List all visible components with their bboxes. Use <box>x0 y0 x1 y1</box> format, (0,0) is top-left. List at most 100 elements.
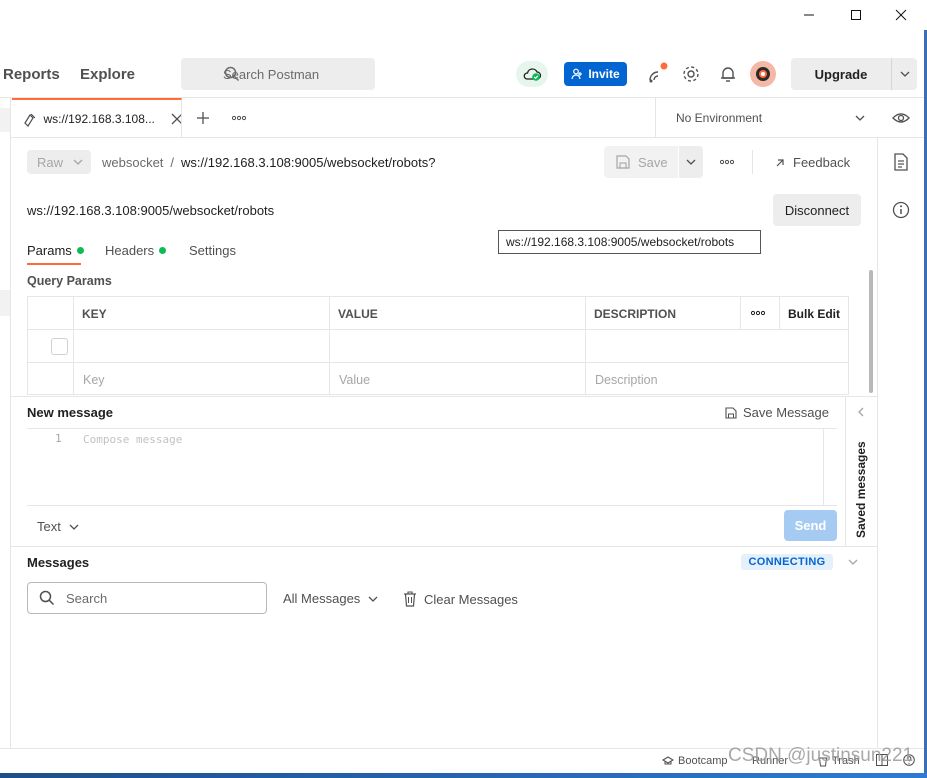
query-params-table: KEY VALUE DESCRIPTION Bulk Edit Key Valu… <box>27 296 849 395</box>
new-tab-button[interactable] <box>195 110 211 126</box>
query-params-title: Query Params <box>27 274 112 288</box>
environment-quick-look-button[interactable] <box>891 110 911 126</box>
sidebar-divider <box>10 98 11 748</box>
collapse-messages-button[interactable] <box>848 559 858 565</box>
bootcamp-button[interactable]: Bootcamp <box>662 755 728 767</box>
cloud-sync-icon <box>523 68 542 81</box>
messages-filter-label: All Messages <box>283 591 361 606</box>
invite-button[interactable]: Invite <box>564 62 627 86</box>
chevron-down-icon <box>368 596 378 602</box>
section-divider <box>10 546 877 547</box>
more-dots-icon <box>231 115 247 121</box>
environment-label: No Environment <box>676 111 763 125</box>
messages-title: Messages <box>27 555 90 570</box>
table-options-button[interactable] <box>750 307 766 319</box>
bulk-edit-button[interactable]: Bulk Edit <box>780 297 850 330</box>
save-options-button[interactable] <box>679 146 703 178</box>
feedback-button[interactable]: Feedback <box>775 155 850 170</box>
gear-icon <box>683 66 699 82</box>
settings-button[interactable] <box>681 64 701 84</box>
tab-settings-label: Settings <box>189 243 236 258</box>
info-button[interactable] <box>892 201 910 219</box>
minimize-icon <box>804 14 814 16</box>
tab-headers-label: Headers <box>105 243 155 258</box>
url-tooltip: ws://192.168.3.108:9005/websocket/robots <box>498 230 761 254</box>
key-input[interactable]: Key <box>74 363 329 396</box>
value-input[interactable]: Value <box>330 363 585 396</box>
disconnect-button[interactable]: Disconnect <box>773 194 861 226</box>
new-message-title: New message <box>27 405 113 420</box>
taskbar-edge <box>0 773 927 778</box>
document-icon <box>894 153 908 171</box>
maximize-button[interactable] <box>833 0 879 30</box>
breadcrumb-collection[interactable]: websocket <box>102 155 163 170</box>
line-number: 1 <box>55 432 62 445</box>
description-input[interactable]: Description <box>586 363 848 396</box>
headers-indicator-dot <box>159 247 167 254</box>
documentation-button[interactable] <box>893 153 909 171</box>
save-message-button[interactable]: Save Message <box>725 405 829 420</box>
invite-label: Invite <box>588 67 620 81</box>
messages-search-input[interactable]: Search <box>27 582 267 614</box>
row-checkbox[interactable] <box>51 338 68 355</box>
bell-icon <box>721 67 735 82</box>
sidebar-item-fragment[interactable] <box>0 290 10 316</box>
compose-message-input[interactable]: Compose message <box>83 433 182 446</box>
maximize-icon <box>851 10 861 20</box>
close-icon <box>895 9 907 21</box>
bootcamp-label: Bootcamp <box>678 755 728 767</box>
column-header-description: DESCRIPTION <box>594 306 677 321</box>
chevron-down-icon <box>900 71 909 77</box>
avatar[interactable] <box>750 61 776 87</box>
request-type-select[interactable]: Raw <box>27 150 91 174</box>
request-options-button[interactable] <box>719 156 735 168</box>
arrow-up-right-icon <box>776 158 784 166</box>
close-tab-icon[interactable] <box>171 113 181 125</box>
tab-headers[interactable]: Headers <box>105 243 167 258</box>
expand-saved-button[interactable] <box>857 407 865 417</box>
satellite-icon <box>649 62 668 83</box>
environment-select[interactable]: No Environment <box>655 98 877 138</box>
notifications-button[interactable] <box>718 64 738 84</box>
sidebar-item-fragment[interactable] <box>0 108 10 132</box>
plus-icon <box>197 112 209 124</box>
tabbar-divider <box>10 137 924 138</box>
request-name[interactable]: ws://192.168.3.108:9005/websocket/robots… <box>181 155 435 170</box>
message-format-select[interactable]: Text <box>37 519 79 534</box>
graduation-cap-icon <box>662 756 674 765</box>
tab-settings[interactable]: Settings <box>189 243 236 258</box>
global-search-input[interactable]: Search Postman <box>181 58 375 90</box>
capture-requests-button[interactable] <box>646 62 670 86</box>
minimize-button[interactable] <box>786 0 832 30</box>
sync-status[interactable] <box>516 61 548 87</box>
table-divider <box>740 297 741 330</box>
editor-scroll-track <box>823 429 824 505</box>
url-input[interactable]: ws://192.168.3.108:9005/websocket/robots <box>27 203 274 218</box>
eye-icon <box>892 113 910 123</box>
right-sidebar-divider <box>877 138 878 748</box>
close-button[interactable] <box>878 0 924 30</box>
column-header-key: KEY <box>82 306 107 321</box>
tab-options-button[interactable] <box>231 112 247 124</box>
section-divider <box>10 396 877 397</box>
nav-explore[interactable]: Explore <box>80 66 135 83</box>
upgrade-menu-button[interactable] <box>891 58 917 90</box>
tab-params[interactable]: Params <box>27 243 84 258</box>
tab-websocket-request[interactable]: ws://192.168.3.108... <box>12 98 182 138</box>
chevron-down-icon <box>848 559 858 565</box>
tab-label: ws://192.168.3.108... <box>43 112 155 126</box>
upgrade-button[interactable]: Upgrade <box>791 58 891 90</box>
messages-filter-select[interactable]: All Messages <box>283 591 378 606</box>
saved-messages-label[interactable]: Saved messages <box>854 441 868 538</box>
save-button[interactable]: Save <box>604 146 678 178</box>
nav-reports[interactable]: Reports <box>3 66 60 83</box>
clear-messages-button[interactable]: Clear Messages <box>403 591 518 607</box>
add-user-icon <box>571 68 583 80</box>
breadcrumb-separator: / <box>170 155 175 170</box>
chevron-down-icon <box>855 115 865 121</box>
chevron-down-icon <box>73 159 83 165</box>
send-button[interactable]: Send <box>784 510 837 541</box>
trash-icon <box>404 591 416 607</box>
chevron-left-icon <box>858 407 864 417</box>
params-scrollbar[interactable] <box>869 270 873 393</box>
